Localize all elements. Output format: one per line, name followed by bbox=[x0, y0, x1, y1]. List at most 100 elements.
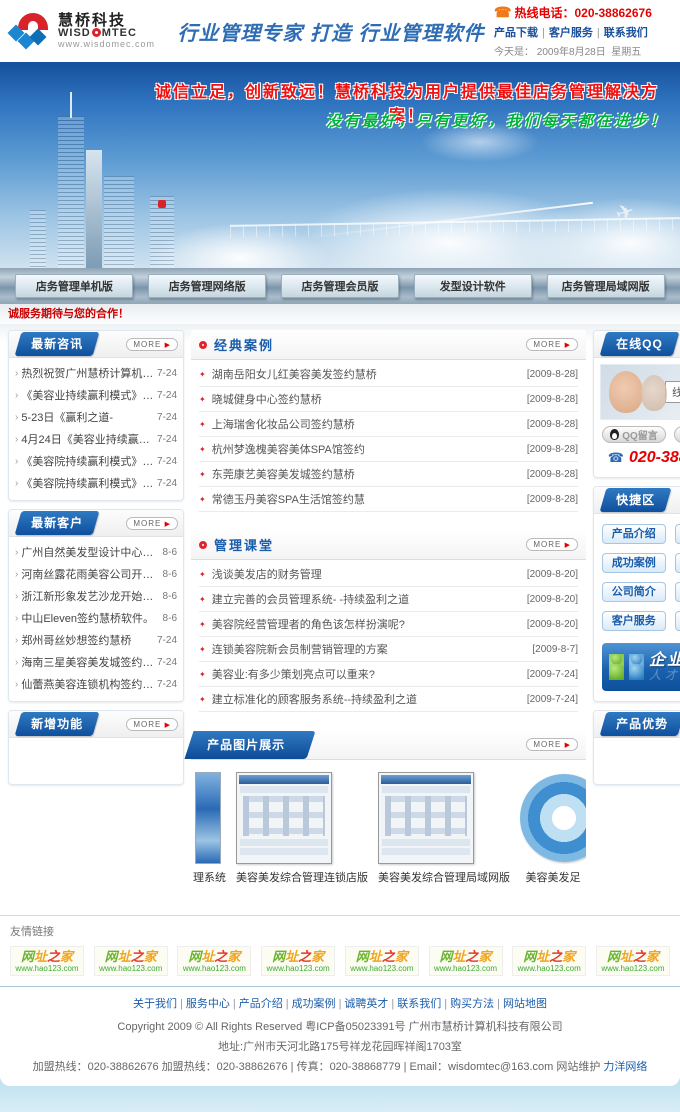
quick-button[interactable]: 客户服务 bbox=[602, 611, 666, 631]
footer-link[interactable]: 诚聘英才 bbox=[344, 998, 388, 1010]
logo-o-icon bbox=[92, 28, 101, 37]
classroom-item[interactable]: ✦ 建立完善的会员管理系统- -持续盈利之道 [2009-8-20] bbox=[199, 587, 578, 612]
nav-button[interactable]: 发型设计软件 bbox=[414, 274, 532, 298]
client-item[interactable]: › 中山Eleven签约慧桥软件。 8-6 bbox=[11, 607, 181, 629]
case-item[interactable]: ✦ 晓城健身中心签约慧桥 [2009-8-28] bbox=[199, 387, 578, 412]
footer-link[interactable]: 购买方法 bbox=[450, 998, 494, 1010]
cases-title: 经典案例 bbox=[214, 335, 274, 354]
clients-more-button[interactable]: MORE ▶ bbox=[126, 517, 178, 530]
ring-icon bbox=[199, 541, 207, 549]
header-slogan: 行业管理专家 打造 行业管理软件 bbox=[168, 17, 494, 46]
logo[interactable]: 慧桥科技 WISDMTEC www.wisdomec.com bbox=[8, 11, 168, 51]
advantage-box: 产品优势 MORE ▶ bbox=[593, 710, 680, 785]
more-arrow-icon: ▶ bbox=[565, 742, 571, 749]
bullet-icon: ✦ bbox=[199, 420, 206, 429]
classroom-item[interactable]: ✦ 美容业:有多少策划亮点可以重来? [2009-7-24] bbox=[199, 662, 578, 687]
bullet-icon: ✦ bbox=[199, 495, 206, 504]
quick-area-box: 快捷区 产品介绍 产品下载成功案例 管理课堂公司简介 行业咨讯客户服务 代理合作 企业招… bbox=[593, 486, 680, 702]
footer-link[interactable]: 关于我们 bbox=[133, 998, 177, 1010]
top-link[interactable]: 产品下载 bbox=[494, 27, 538, 39]
classroom-item[interactable]: ✦ 建立标准化的顾客服务系统--持续盈利之道 [2009-7-24] bbox=[199, 687, 578, 712]
case-item[interactable]: ✦ 湖南岳阳女儿红美容美发签约慧桥 [2009-8-28] bbox=[199, 362, 578, 387]
case-item[interactable]: ✦ 杭州梦逸槐美容美体SPA馆签约 [2009-8-28] bbox=[199, 437, 578, 462]
top-link[interactable]: 联系我们 bbox=[604, 27, 648, 39]
product-image bbox=[520, 772, 586, 864]
friend-link-logo[interactable]: 网址之家 www.hao123.com bbox=[10, 946, 84, 976]
case-item[interactable]: ✦ 上海瑞舍化妆品公司签约慧桥 [2009-8-28] bbox=[199, 412, 578, 437]
qq-message-button[interactable]: QQ留言 bbox=[674, 426, 680, 443]
quick-button[interactable]: 代理合作 bbox=[675, 611, 680, 631]
friend-link-logo[interactable]: 网址之家 www.hao123.com bbox=[429, 946, 503, 976]
bullet-icon: › bbox=[15, 635, 18, 646]
product-thumb[interactable]: 美容美发综合管理连锁店版 bbox=[236, 772, 368, 885]
client-item[interactable]: › 郑州哥丝妙想签约慧桥 7-24 bbox=[11, 629, 181, 651]
bullet-icon: ✦ bbox=[199, 695, 206, 704]
news-item[interactable]: › 《美容业持续赢利模式》东莞会议 7-24 bbox=[11, 384, 181, 406]
client-item[interactable]: › 河南丝露花雨美容公司开始使用慧 8-6 bbox=[11, 563, 181, 585]
qq-phone: ☎ 020-38868779 bbox=[594, 449, 680, 467]
friend-link-logo[interactable]: 网址之家 www.hao123.com bbox=[177, 946, 251, 976]
page: 慧桥科技 WISDMTEC www.wisdomec.com 行业管理专家 打造… bbox=[0, 0, 680, 1112]
maintainer-link[interactable]: 力洋网络 bbox=[603, 1061, 647, 1073]
main-content: 最新咨讯 MORE ▶ › 热烈祝贺广州慧桥计算机科技有 7-24 › bbox=[0, 324, 680, 915]
nav-button[interactable]: 店务管理局域网版 bbox=[547, 274, 665, 298]
classroom-more-button[interactable]: MORE ▶ bbox=[526, 538, 578, 551]
cases-more-button[interactable]: MORE ▶ bbox=[526, 338, 578, 351]
footer-link[interactable]: 产品介绍 bbox=[239, 998, 283, 1010]
quick-button[interactable]: 产品介绍 bbox=[602, 524, 666, 544]
bullet-icon: › bbox=[15, 390, 18, 401]
case-item[interactable]: ✦ 常德玉丹美容SPA生活馆签约慧 [2009-8-28] bbox=[199, 487, 578, 512]
service-photo: 线上咨询 bbox=[600, 364, 680, 420]
footer-link[interactable]: 成功案例 bbox=[292, 998, 336, 1010]
news-item[interactable]: › 5-23日《赢利之道- 7-24 bbox=[11, 406, 181, 428]
friend-link-logo[interactable]: 网址之家 www.hao123.com bbox=[261, 946, 335, 976]
product-thumb[interactable]: 理系统 bbox=[193, 772, 226, 885]
friend-link-logo[interactable]: 网址之家 www.hao123.com bbox=[512, 946, 586, 976]
classroom-item[interactable]: ✦ 浅谈美发店的财务管理 [2009-8-20] bbox=[199, 562, 578, 587]
client-item[interactable]: › 仙蕾燕美容连锁机构签约慧桥 7-24 bbox=[11, 673, 181, 695]
quick-button[interactable]: 管理课堂 bbox=[675, 553, 680, 573]
quick-button[interactable]: 产品下载 bbox=[675, 524, 680, 544]
nav-button[interactable]: 店务管理单机版 bbox=[15, 274, 133, 298]
quick-tab: 快捷区 bbox=[600, 488, 672, 512]
address: 地址:广州市天河北路175号祥龙花园晖祥阁1703室 bbox=[0, 1038, 680, 1054]
online-qq-box: 在线QQ 线上咨询 QQ留言 QQ留言 ☎ 020-38868779 bbox=[593, 330, 680, 478]
footer-link[interactable]: 服务中心 bbox=[186, 998, 230, 1010]
quick-button[interactable]: 成功案例 bbox=[602, 553, 666, 573]
logo-icon bbox=[8, 11, 52, 51]
quick-button[interactable]: 公司简介 bbox=[602, 582, 666, 602]
news-item[interactable]: › 《美容院持续赢利模式》广州座谈 7-24 bbox=[11, 472, 181, 494]
client-item[interactable]: › 广州自然美发型设计中心开始使用 8-6 bbox=[11, 541, 181, 563]
phone-icon: ☎ bbox=[608, 450, 624, 466]
quick-button[interactable]: 行业咨讯 bbox=[675, 582, 680, 602]
bullet-icon: ✦ bbox=[199, 445, 206, 454]
classroom-item[interactable]: ✦ 连锁美容院新会员制营销管理的方案 [2009-8-7] bbox=[199, 637, 578, 662]
news-item[interactable]: › 《美容院持续赢利模式》佛山会议 7-24 bbox=[11, 450, 181, 472]
ring-icon bbox=[199, 341, 207, 349]
product-thumb[interactable]: 美容美发综合管理局域网版 bbox=[378, 772, 510, 885]
friend-link-logo[interactable]: 网址之家 www.hao123.com bbox=[345, 946, 419, 976]
client-item[interactable]: › 海南三星美容美发城签约慧桥 7-24 bbox=[11, 651, 181, 673]
footer-link[interactable]: 联系我们 bbox=[397, 998, 441, 1010]
footer-link[interactable]: 网站地图 bbox=[503, 998, 547, 1010]
case-item[interactable]: ✦ 东莞康艺美容美发城签约慧桥 [2009-8-28] bbox=[199, 462, 578, 487]
top-link[interactable]: 客户服务 bbox=[549, 27, 593, 39]
qq-message-button[interactable]: QQ留言 bbox=[602, 426, 666, 443]
friend-link-logo[interactable]: 网址之家 www.hao123.com bbox=[596, 946, 670, 976]
classroom-item[interactable]: ✦ 美容院经营管理者的角色该怎样扮演呢? [2009-8-20] bbox=[199, 612, 578, 637]
client-item[interactable]: › 浙江新形象发艺沙龙开始使用慧桥 8-6 bbox=[11, 585, 181, 607]
product-gallery-section: 产品图片展示 MORE ▶ 理系统 美容美发综合管理连锁店版 bbox=[191, 730, 586, 895]
bullet-icon: ✦ bbox=[199, 645, 206, 654]
features-more-button[interactable]: MORE ▶ bbox=[126, 718, 178, 731]
header-right: ☎热线电话：020-38862676 产品下载|客户服务|联系我们| 今天是： … bbox=[494, 4, 672, 58]
recruit-banner[interactable]: 企业招聘 人才招聘 bbox=[602, 643, 680, 691]
gallery-more-button[interactable]: MORE ▶ bbox=[526, 738, 578, 751]
features-box: 新增功能 MORE ▶ bbox=[8, 710, 184, 785]
news-more-button[interactable]: MORE ▶ bbox=[126, 338, 178, 351]
product-thumb[interactable]: 美容美发足 bbox=[520, 772, 586, 885]
nav-button[interactable]: 店务管理网络版 bbox=[148, 274, 266, 298]
friend-link-logo[interactable]: 网址之家 www.hao123.com bbox=[94, 946, 168, 976]
nav-button[interactable]: 店务管理会员版 bbox=[281, 274, 399, 298]
news-item[interactable]: › 4月24日《美容业持续赢利模式 7-24 bbox=[11, 428, 181, 450]
news-item[interactable]: › 热烈祝贺广州慧桥计算机科技有 7-24 bbox=[11, 362, 181, 384]
